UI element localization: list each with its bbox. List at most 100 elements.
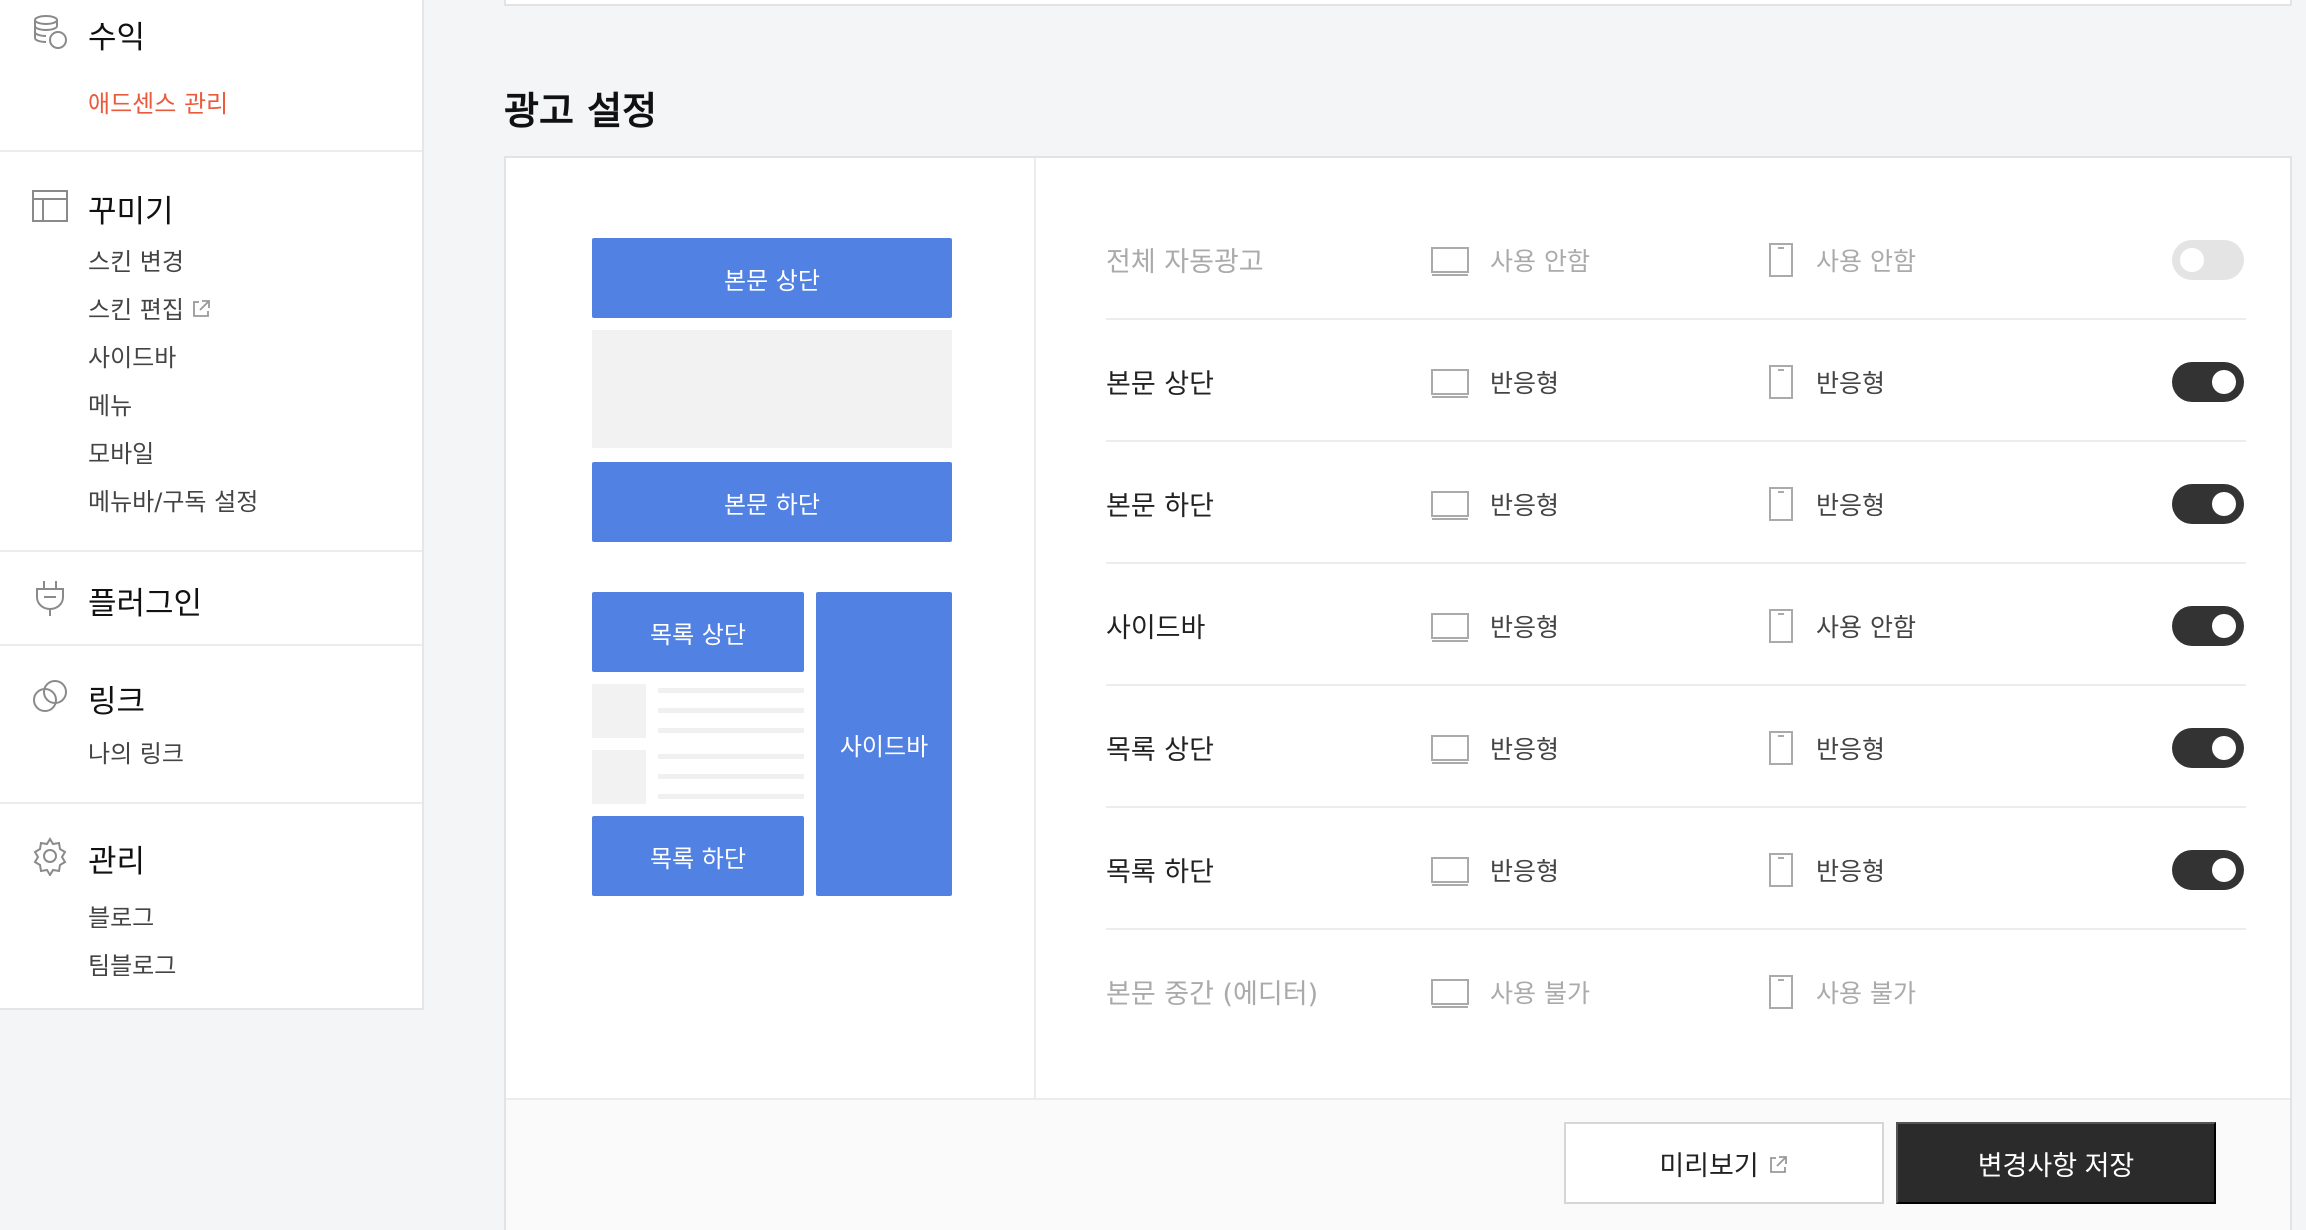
external-link-icon [1767, 1152, 1789, 1174]
ad-setting-row: 목록 상단 반응형 반응형 [1106, 686, 2246, 808]
sidebar-item-skin-edit[interactable]: 스킨 편집 [88, 290, 212, 325]
ad-setting-row: 전체 자동광고 사용 안함 사용 안함 [1106, 198, 2246, 320]
sidebar-group-plugin: 플러그인 [0, 552, 422, 646]
preview-list-line [658, 688, 804, 693]
sidebar-item-label: 스킨 편집 [88, 296, 184, 324]
mobile-ad-type[interactable]: 반응형 [1816, 486, 1885, 522]
preview-list-bottom: 목록 하단 [592, 816, 804, 896]
preview-body-bottom: 본문 하단 [592, 462, 952, 542]
sidebar: 수익 애드센스 관리 꾸미기 스킨 변경 스킨 편집 사이드바 메뉴 모바일 메… [0, 0, 424, 1010]
ad-toggle-switch[interactable] [2172, 728, 2244, 768]
desktop-icon [1430, 246, 1470, 278]
toggle-knob [2212, 370, 2236, 394]
ad-toggle-switch[interactable] [2172, 362, 2244, 402]
mobile-ad-type[interactable]: 반응형 [1816, 852, 1885, 888]
preview-list-thumb [592, 750, 646, 804]
mobile-ad-type[interactable]: 사용 안함 [1816, 608, 1916, 644]
preview-sidebar: 사이드바 [816, 592, 952, 896]
ad-setting-row: 본문 하단 반응형 반응형 [1106, 442, 2246, 564]
desktop-icon [1430, 978, 1470, 1010]
coins-icon [30, 12, 70, 52]
mobile-icon [1768, 364, 1794, 400]
sidebar-group-title[interactable]: 관리 [88, 836, 145, 881]
desktop-icon [1430, 734, 1470, 766]
ad-setting-row: 본문 중간 (에디터) 사용 불가 사용 불가 [1106, 930, 2246, 1052]
pc-ad-type[interactable]: 반응형 [1490, 730, 1559, 766]
ad-position-label: 본문 하단 [1106, 491, 1214, 522]
ad-setting-row: 사이드바 반응형 사용 안함 [1106, 564, 2246, 686]
preview-button-label: 미리보기 [1659, 1150, 1759, 1181]
ad-position-label: 사이드바 [1106, 613, 1206, 644]
ad-position-label: 전체 자동광고 [1106, 247, 1264, 278]
link-icon [30, 676, 70, 716]
toggle-knob [2212, 614, 2236, 638]
mobile-icon [1768, 852, 1794, 888]
pc-ad-type: 사용 불가 [1490, 979, 1590, 1008]
ad-toggle-switch[interactable] [2172, 606, 2244, 646]
ad-toggle-switch[interactable] [2172, 850, 2244, 890]
sidebar-item-blog[interactable]: 블로그 [88, 898, 154, 933]
sidebar-group-revenue: 수익 애드센스 관리 [0, 0, 422, 152]
mobile-icon [1768, 242, 1794, 278]
save-changes-button[interactable]: 변경사항 저장 [1896, 1122, 2216, 1204]
desktop-icon [1430, 490, 1470, 522]
mobile-icon [1768, 974, 1794, 1010]
sidebar-group-title[interactable]: 꾸미기 [88, 186, 174, 231]
previous-card-bottom [504, 0, 2292, 6]
sidebar-item-mobile[interactable]: 모바일 [88, 434, 154, 469]
ad-position-label: 본문 중간 (에디터) [1106, 979, 1319, 1010]
ad-setting-row: 목록 하단 반응형 반응형 [1106, 808, 2246, 930]
pc-ad-type[interactable]: 반응형 [1490, 364, 1559, 400]
gear-icon [30, 836, 70, 877]
sidebar-item-team-blog[interactable]: 팀블로그 [88, 946, 176, 981]
pc-ad-type[interactable]: 반응형 [1490, 852, 1559, 888]
desktop-icon [1430, 368, 1470, 400]
preview-body-content [592, 330, 952, 448]
toggle-knob [2212, 736, 2236, 760]
toggle-knob [2212, 858, 2236, 882]
ad-toggle-switch[interactable] [2172, 484, 2244, 524]
ad-position-label: 목록 하단 [1106, 857, 1214, 888]
preview-body-top: 본문 상단 [592, 238, 952, 318]
sidebar-item-menubar-subscribe[interactable]: 메뉴바/구독 설정 [88, 482, 258, 517]
mobile-icon [1768, 486, 1794, 522]
sidebar-group-title[interactable]: 수익 [88, 12, 145, 57]
mobile-ad-type[interactable]: 반응형 [1816, 364, 1885, 400]
preview-list-top: 목록 상단 [592, 592, 804, 672]
toggle-knob [2180, 248, 2204, 272]
sidebar-item-adsense[interactable]: 애드센스 관리 [88, 84, 228, 119]
sidebar-item-menu[interactable]: 메뉴 [88, 386, 132, 421]
pc-ad-type[interactable]: 반응형 [1490, 608, 1559, 644]
mobile-ad-type: 사용 안함 [1816, 247, 1916, 276]
preview-list-line [658, 708, 804, 713]
sidebar-item-skin-change[interactable]: 스킨 변경 [88, 242, 184, 277]
toggle-knob [2212, 492, 2236, 516]
ad-layout-preview: 본문 상단 본문 하단 목록 상단 목록 하단 사이드바 [506, 158, 1036, 1098]
ad-position-label: 목록 상단 [1106, 735, 1214, 766]
desktop-icon [1430, 856, 1470, 888]
ad-toggle-switch[interactable] [2172, 240, 2244, 280]
sidebar-item-sidebar[interactable]: 사이드바 [88, 338, 176, 373]
preview-list-line [658, 754, 804, 759]
sidebar-item-my-link[interactable]: 나의 링크 [88, 734, 184, 769]
ad-position-label: 본문 상단 [1106, 369, 1214, 400]
preview-list-line [658, 794, 804, 799]
ad-settings-card: 본문 상단 본문 하단 목록 상단 목록 하단 사이드바 전체 자동광고사용 안… [504, 156, 2292, 1230]
ad-setting-row: 본문 상단 반응형 반응형 [1106, 320, 2246, 442]
mobile-ad-type: 사용 불가 [1816, 979, 1916, 1008]
pc-ad-type: 사용 안함 [1490, 247, 1590, 276]
preview-button[interactable]: 미리보기 [1564, 1122, 1884, 1204]
layout-icon [30, 186, 70, 226]
external-link-icon [190, 298, 212, 320]
mobile-ad-type[interactable]: 반응형 [1816, 730, 1885, 766]
sidebar-group-link: 링크 나의 링크 [0, 646, 422, 804]
mobile-icon [1768, 730, 1794, 766]
preview-list-line [658, 728, 804, 733]
sidebar-group-title[interactable]: 링크 [88, 676, 145, 721]
sidebar-group-customize: 꾸미기 스킨 변경 스킨 편집 사이드바 메뉴 모바일 메뉴바/구독 설정 [0, 152, 422, 552]
pc-ad-type[interactable]: 반응형 [1490, 486, 1559, 522]
preview-list-thumb [592, 684, 646, 738]
preview-list-line [658, 774, 804, 779]
sidebar-group-title[interactable]: 플러그인 [88, 578, 202, 623]
plug-icon [30, 578, 70, 618]
